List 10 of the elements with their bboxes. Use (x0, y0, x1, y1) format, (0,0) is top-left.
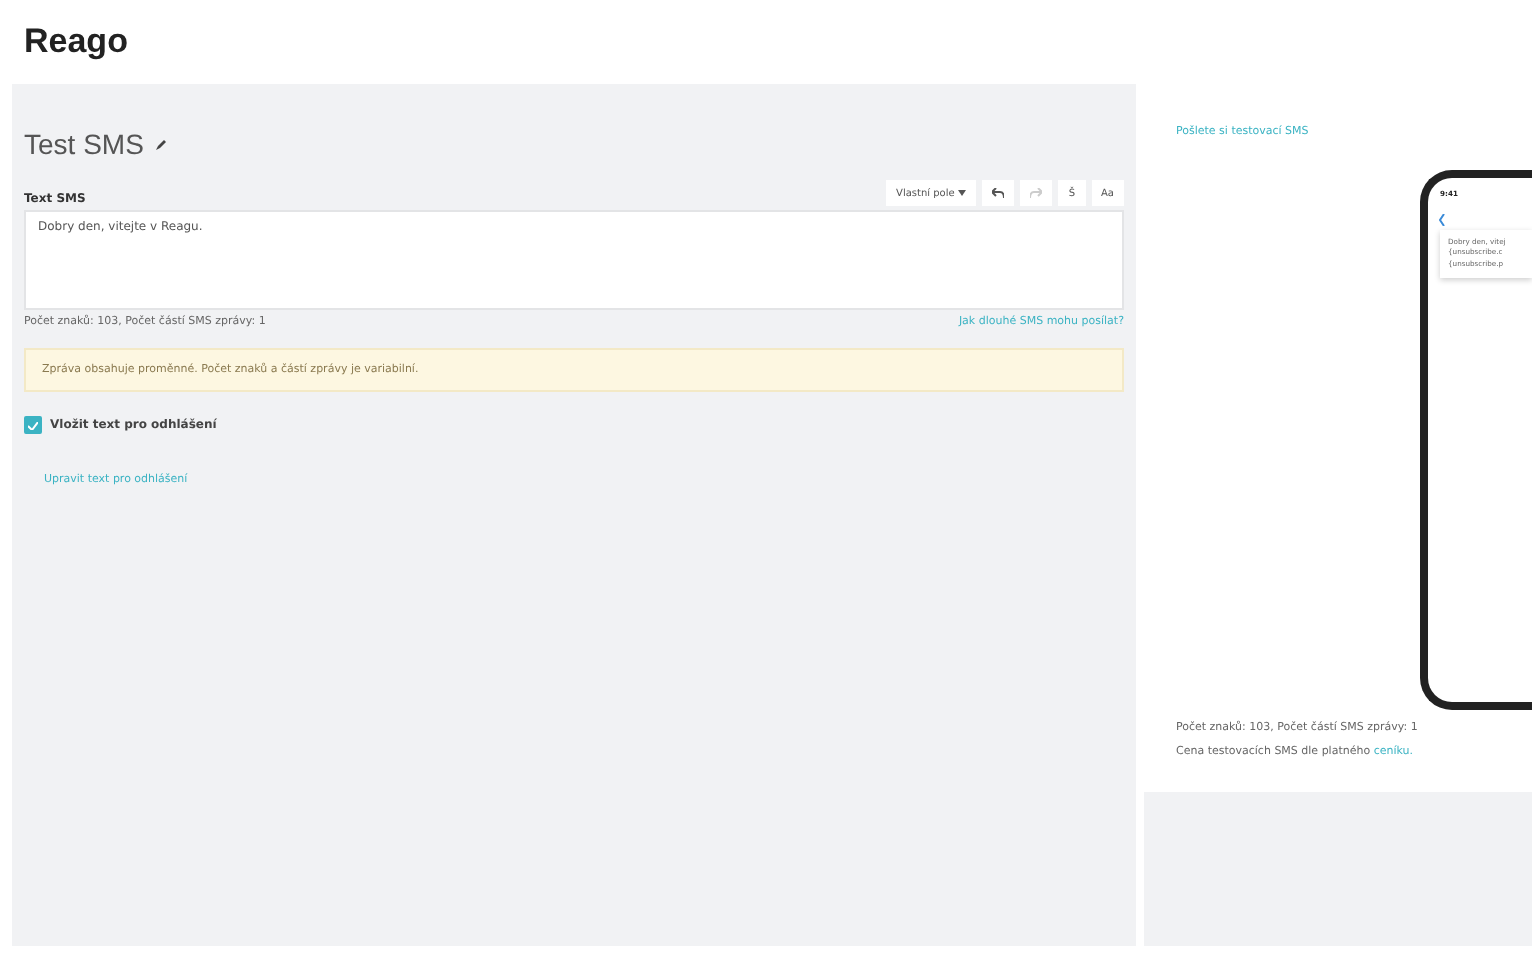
pencil-icon[interactable] (155, 138, 168, 150)
undo-icon (992, 188, 1005, 198)
check-icon (28, 421, 38, 429)
checkbox[interactable] (24, 416, 42, 434)
undo-button[interactable] (982, 180, 1015, 206)
back-icon (1438, 214, 1446, 226)
logo: Reago (24, 22, 128, 62)
page-title: Test SMS (24, 128, 144, 160)
redo-icon (1030, 188, 1043, 198)
caret-icon (958, 190, 967, 196)
